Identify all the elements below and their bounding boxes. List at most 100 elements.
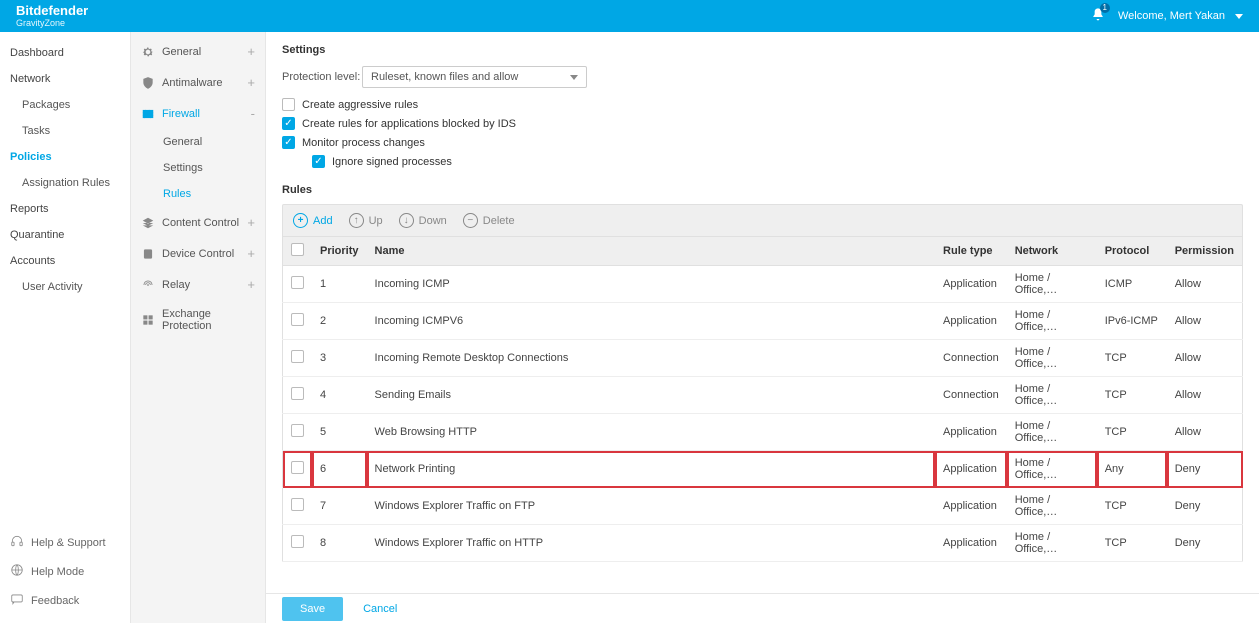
subnav-firewall-rules[interactable]: Rules [131,181,265,207]
protection-level-select[interactable]: Ruleset, known files and allow [362,66,587,88]
primary-sidebar: Dashboard Network Packages Tasks Policie… [0,32,131,623]
subnav-device-control[interactable]: Device Control+ [131,238,265,269]
subnav-firewall-label: Firewall [162,108,200,120]
nav-accounts[interactable]: Accounts [0,248,130,274]
table-row[interactable]: 2Incoming ICMPV6ApplicationHome / Office… [283,303,1243,340]
help-support-label: Help & Support [31,537,106,549]
col-network[interactable]: Network [1007,237,1097,266]
row-checkbox[interactable] [291,461,304,474]
help-mode-label: Help Mode [31,566,84,578]
cell-permission: Allow [1167,377,1243,414]
cancel-button[interactable]: Cancel [363,603,397,615]
help-support-link[interactable]: Help & Support [10,528,120,557]
subnav-general[interactable]: General+ [131,36,265,67]
cell-permission: Deny [1167,451,1243,488]
cell-priority: 2 [312,303,367,340]
subnav-device-control-label: Device Control [162,248,234,260]
nav-packages[interactable]: Packages [0,92,130,118]
cell-rule-type: Connection [935,340,1007,377]
down-button[interactable]: ↓Down [399,213,447,228]
cell-network: Home / Office,… [1007,266,1097,303]
subnav-antimalware-label: Antimalware [162,77,223,89]
cell-priority: 6 [312,451,367,488]
col-permission[interactable]: Permission [1167,237,1243,266]
save-button[interactable]: Save [282,597,343,621]
subnav-exchange-label: Exchange Protection [162,308,255,332]
subnav-relay[interactable]: Relay+ [131,269,265,300]
subnav-exchange-protection[interactable]: Exchange Protection [131,300,265,340]
cell-network: Home / Office,… [1007,303,1097,340]
subnav-firewall-settings[interactable]: Settings [131,155,265,181]
select-all-checkbox[interactable] [291,243,304,256]
expand-icon: + [247,75,255,90]
table-row[interactable]: 8Windows Explorer Traffic on HTTPApplica… [283,525,1243,562]
cell-rule-type: Application [935,266,1007,303]
col-priority[interactable]: Priority [312,237,367,266]
table-row[interactable]: 5Web Browsing HTTPApplicationHome / Offi… [283,414,1243,451]
sidebar-footer: Help & Support Help Mode Feedback [0,520,130,623]
notifications-button[interactable]: 1 [1090,7,1106,26]
headphones-icon [10,534,24,551]
col-protocol[interactable]: Protocol [1097,237,1167,266]
row-checkbox[interactable] [291,498,304,511]
cell-name: Sending Emails [367,377,936,414]
chevron-down-icon [1235,14,1243,19]
nav-tasks[interactable]: Tasks [0,118,130,144]
settings-heading: Settings [282,44,1243,56]
user-menu[interactable]: Welcome, Mert Yakan [1118,10,1243,22]
add-label: Add [313,215,333,227]
welcome-text: Welcome, Mert Yakan [1118,10,1225,22]
cell-permission: Allow [1167,414,1243,451]
cell-name: Windows Explorer Traffic on HTTP [367,525,936,562]
col-name[interactable]: Name [367,237,936,266]
table-row[interactable]: 1Incoming ICMPApplicationHome / Office,…… [283,266,1243,303]
cell-protocol: TCP [1097,488,1167,525]
nav-reports[interactable]: Reports [0,196,130,222]
subnav-content-control[interactable]: Content Control+ [131,207,265,238]
footer-bar: Save Cancel [266,593,1259,623]
create-aggressive-checkbox[interactable] [282,98,295,111]
ignore-signed-label: Ignore signed processes [332,156,452,168]
nav-quarantine[interactable]: Quarantine [0,222,130,248]
up-button[interactable]: ↑Up [349,213,383,228]
ignore-signed-checkbox[interactable] [312,155,325,168]
nav-policies[interactable]: Policies [0,144,130,170]
help-mode-link[interactable]: Help Mode [10,557,120,586]
secondary-sidebar: General+ Antimalware+ Firewall- General … [131,32,266,623]
nav-dashboard[interactable]: Dashboard [0,40,130,66]
table-row[interactable]: 3Incoming Remote Desktop ConnectionsConn… [283,340,1243,377]
subnav-antimalware[interactable]: Antimalware + [131,67,265,98]
delete-label: Delete [483,215,515,227]
subnav-firewall[interactable]: Firewall- [131,98,265,129]
subnav-firewall-general[interactable]: General [131,129,265,155]
row-checkbox[interactable] [291,424,304,437]
table-row[interactable]: 6Network PrintingApplicationHome / Offic… [283,451,1243,488]
cell-protocol: TCP [1097,377,1167,414]
table-row[interactable]: 7Windows Explorer Traffic on FTPApplicat… [283,488,1243,525]
cell-name: Incoming ICMPV6 [367,303,936,340]
create-ids-rules-checkbox[interactable] [282,117,295,130]
cell-rule-type: Application [935,525,1007,562]
monitor-process-checkbox[interactable] [282,136,295,149]
col-rule-type[interactable]: Rule type [935,237,1007,266]
nav-user-activity[interactable]: User Activity [0,274,130,300]
cell-name: Network Printing [367,451,936,488]
rules-toolbar: +Add ↑Up ↓Down −Delete [282,204,1243,236]
row-checkbox[interactable] [291,387,304,400]
nav-assignation-rules[interactable]: Assignation Rules [0,170,130,196]
protection-level-value: Ruleset, known files and allow [371,71,518,83]
cell-priority: 1 [312,266,367,303]
device-icon [141,247,155,261]
row-checkbox[interactable] [291,350,304,363]
row-checkbox[interactable] [291,276,304,289]
delete-button[interactable]: −Delete [463,213,515,228]
row-checkbox[interactable] [291,313,304,326]
table-row[interactable]: 4Sending EmailsConnectionHome / Office,…… [283,377,1243,414]
row-checkbox[interactable] [291,535,304,548]
subnav-general-label: General [162,46,201,58]
add-button[interactable]: +Add [293,213,333,228]
expand-icon: + [247,277,255,292]
chat-icon [10,592,24,609]
nav-network[interactable]: Network [0,66,130,92]
feedback-link[interactable]: Feedback [10,586,120,615]
